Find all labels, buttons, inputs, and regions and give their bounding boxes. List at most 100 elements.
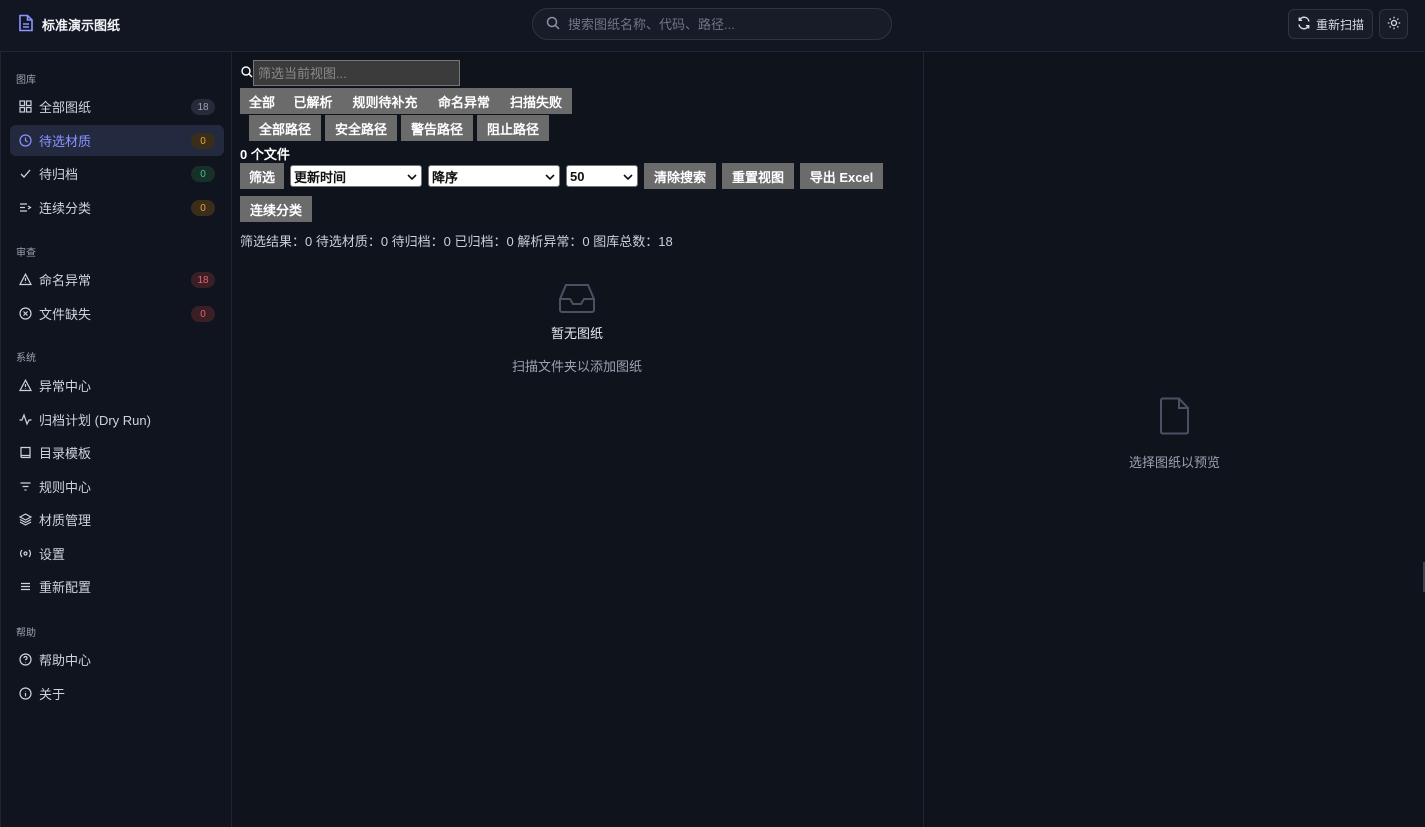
- sidebar-item-label: 关于: [39, 687, 66, 702]
- sidebar-item-label: 文件缺失: [39, 307, 92, 322]
- chevron-down-icon: [545, 169, 555, 184]
- filter-icon: [18, 480, 32, 494]
- stats-summary: 筛选结果：0 待选材质：0 待归档：0 已归档：0 解析异常：0 图库总数：18: [240, 234, 673, 249]
- warning-icon: [18, 273, 32, 287]
- sort-field-select[interactable]: 更新时间: [290, 165, 422, 187]
- file-icon: [1159, 397, 1191, 438]
- warning-icon: [18, 379, 32, 393]
- sidebar-item-label: 目录模板: [39, 446, 92, 461]
- layers-icon: [18, 513, 32, 527]
- continuous-classify-button[interactable]: 连续分类: [240, 196, 312, 222]
- sort-field-value: 更新时间: [294, 169, 347, 185]
- app-title: 标准演示图纸: [42, 18, 121, 33]
- sidebar-item-directory-template[interactable]: 目录模板: [10, 437, 224, 468]
- tab-status-parsed[interactable]: 已解析: [284, 88, 342, 114]
- sidebar-item-archive-plan[interactable]: 归档计划 (Dry Run): [10, 404, 224, 435]
- count-badge: 0: [191, 133, 215, 149]
- sidebar-item-rule-center[interactable]: 规则中心: [10, 471, 224, 502]
- empty-title: 暂无图纸: [550, 326, 603, 341]
- theme-toggle-button[interactable]: [1379, 9, 1408, 39]
- sidebar-item-label: 重新配置: [39, 580, 92, 595]
- clock-icon: [18, 134, 32, 148]
- main-panel: 全部 已解析 规则待补充 命名异常 扫描失败 全部路径 安全路径 警告路径 阻止…: [232, 52, 924, 827]
- section-label-review: 审查: [16, 248, 36, 259]
- sidebar: 图库 全部图纸 18 待选材质 0 待归档 0 连续分类 0 审查 命名异常 1…: [0, 52, 232, 827]
- search-icon: [546, 16, 560, 33]
- document-icon: [18, 14, 34, 35]
- activity-icon: [18, 413, 32, 427]
- radio-icon: [18, 547, 32, 561]
- view-filter-input[interactable]: [253, 60, 460, 86]
- sidebar-item-label: 异常中心: [39, 379, 92, 394]
- sidebar-item-material-management[interactable]: 材质管理: [10, 504, 224, 535]
- info-icon: [18, 687, 32, 701]
- preview-empty-state: 选择图纸以预览: [924, 397, 1425, 471]
- chevron-down-icon: [407, 169, 417, 184]
- sidebar-item-pending-material[interactable]: 待选材质 0: [10, 125, 224, 156]
- circle-x-icon: [18, 307, 32, 321]
- list-arrow-icon: [18, 201, 32, 215]
- filter-button[interactable]: 筛选: [240, 163, 284, 189]
- tab-path-blocked[interactable]: 阻止路径: [477, 115, 549, 141]
- empty-state: 暂无图纸 扫描文件夹以添加图纸: [492, 282, 662, 375]
- sidebar-item-exception-center[interactable]: 异常中心: [10, 370, 224, 401]
- clear-search-button[interactable]: 清除搜索: [644, 163, 716, 189]
- section-label-library: 图库: [16, 75, 36, 86]
- sidebar-item-all-drawings[interactable]: 全部图纸 18: [10, 91, 224, 122]
- page-size-select[interactable]: 50: [566, 165, 638, 187]
- brand: 标准演示图纸: [18, 14, 120, 35]
- tab-status-naming-exception[interactable]: 命名异常: [428, 88, 500, 114]
- tab-status-scan-failed[interactable]: 扫描失败: [500, 88, 572, 114]
- sidebar-item-label: 待选材质: [39, 134, 92, 149]
- tab-path-safe[interactable]: 安全路径: [325, 115, 397, 141]
- page-size-value: 50: [570, 168, 585, 184]
- sidebar-item-about[interactable]: 关于: [10, 678, 224, 709]
- global-search-input[interactable]: [568, 16, 868, 32]
- sun-icon: [1387, 16, 1401, 33]
- sidebar-item-label: 归档计划 (Dry Run): [39, 413, 151, 428]
- sidebar-item-label: 全部图纸: [39, 100, 92, 115]
- tab-status-all[interactable]: 全部: [240, 88, 284, 114]
- count-badge: 0: [191, 200, 215, 216]
- sidebar-item-label: 设置: [39, 547, 66, 562]
- tab-status-rule-pending[interactable]: 规则待补充: [342, 88, 428, 114]
- help-circle-icon: [18, 653, 32, 667]
- sidebar-item-continuous-classify[interactable]: 连续分类 0: [10, 192, 224, 223]
- sidebar-item-missing-files[interactable]: 文件缺失 0: [10, 298, 224, 329]
- count-badge: 18: [191, 99, 215, 115]
- app-header: 标准演示图纸 重新扫描: [0, 0, 1425, 52]
- sidebar-item-help-center[interactable]: 帮助中心: [10, 644, 224, 675]
- preview-empty-text: 选择图纸以预览: [1128, 455, 1220, 470]
- preview-panel: 选择图纸以预览: [924, 52, 1425, 827]
- book-icon: [18, 446, 32, 460]
- refresh-icon: [1297, 16, 1311, 33]
- sidebar-item-label: 待归档: [39, 167, 79, 182]
- count-badge: 0: [191, 166, 215, 182]
- sidebar-item-label: 命名异常: [39, 273, 92, 288]
- section-label-system: 系统: [16, 353, 36, 364]
- sidebar-item-label: 材质管理: [39, 513, 92, 528]
- section-label-help: 帮助: [16, 628, 36, 639]
- sidebar-item-label: 帮助中心: [39, 653, 92, 668]
- sidebar-item-naming-exception[interactable]: 命名异常 18: [10, 264, 224, 295]
- sidebar-item-pending-archive[interactable]: 待归档 0: [10, 158, 224, 189]
- sort-order-select[interactable]: 降序: [428, 165, 560, 187]
- export-excel-button[interactable]: 导出 Excel: [800, 163, 883, 189]
- rescan-label: 重新扫描: [1315, 17, 1364, 32]
- search-icon: [241, 66, 253, 81]
- count-badge: 18: [191, 272, 215, 288]
- sidebar-item-label: 规则中心: [39, 480, 92, 495]
- rescan-button[interactable]: 重新扫描: [1288, 9, 1373, 39]
- empty-subtitle: 扫描文件夹以添加图纸: [511, 359, 642, 374]
- reset-view-button[interactable]: 重置视图: [722, 163, 794, 189]
- sidebar-item-settings[interactable]: 设置: [10, 538, 224, 569]
- tab-path-all[interactable]: 全部路径: [249, 115, 321, 141]
- check-icon: [18, 167, 32, 181]
- tab-path-warning[interactable]: 警告路径: [401, 115, 473, 141]
- file-count: 0 个文件: [240, 147, 290, 162]
- global-search[interactable]: [532, 8, 892, 40]
- sidebar-item-reconfigure[interactable]: 重新配置: [10, 571, 224, 602]
- grid-icon: [18, 100, 32, 114]
- sort-order-value: 降序: [432, 169, 459, 185]
- count-badge: 0: [191, 306, 215, 322]
